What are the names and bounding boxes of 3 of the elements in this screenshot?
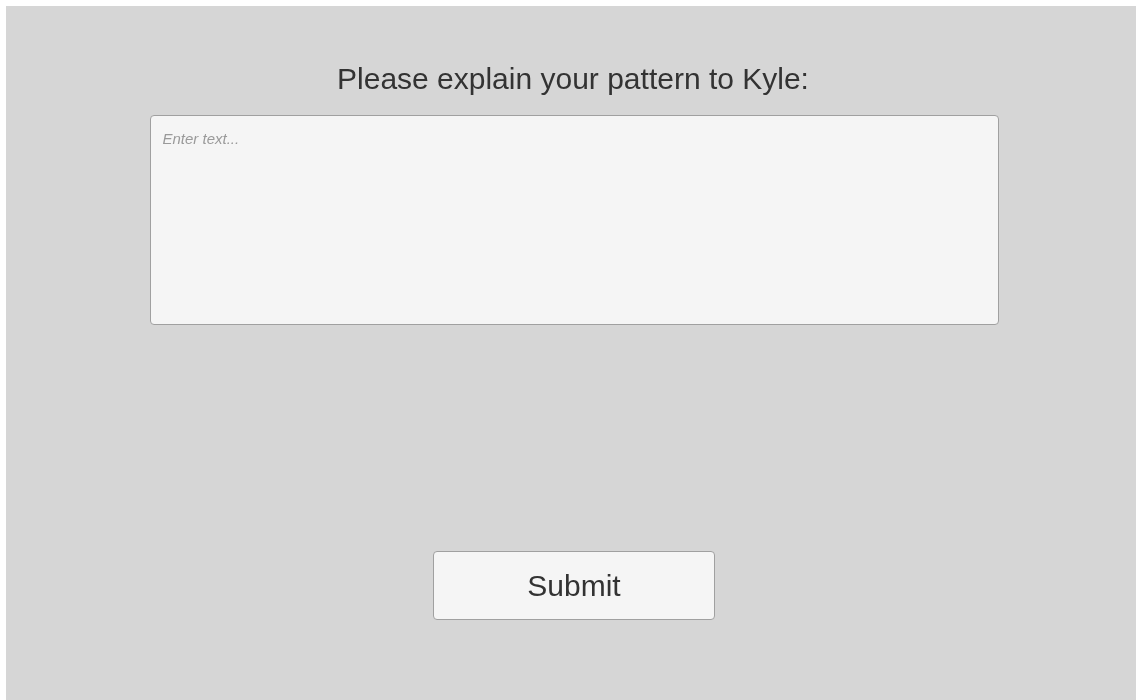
- submit-button[interactable]: Submit: [433, 551, 715, 620]
- prompt-text: Please explain your pattern to Kyle:: [337, 61, 809, 97]
- answer-box[interactable]: Enter text...: [149, 115, 999, 325]
